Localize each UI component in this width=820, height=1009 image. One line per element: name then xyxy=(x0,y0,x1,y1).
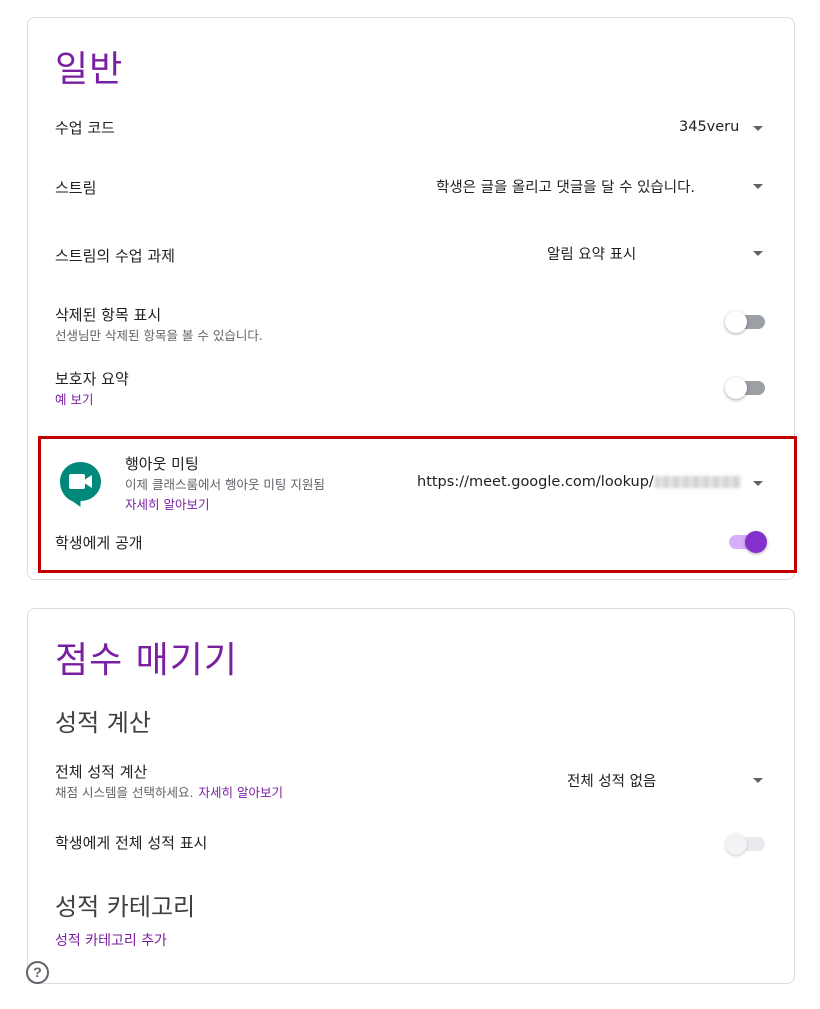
stream-value: 학생은 글을 올리고 댓글을 달 수 있습니다. xyxy=(436,180,696,196)
guardian-summary-label: 보호자 요약 xyxy=(55,370,129,388)
grading-section-title: 점수 매기기 xyxy=(55,640,239,681)
grade-calculation-title: 성적 계산 xyxy=(55,709,151,737)
classwork-on-stream-dropdown-icon[interactable] xyxy=(753,251,763,256)
class-code-value: 345veru xyxy=(679,119,740,135)
classwork-on-stream-value: 알림 요약 표시 xyxy=(547,247,637,263)
guardian-summary-example-link[interactable]: 예 보기 xyxy=(55,389,93,408)
general-section-title: 일반 xyxy=(55,49,124,90)
meet-link-dropdown-icon[interactable] xyxy=(753,481,763,486)
meet-desc: 이제 클래스룸에서 행아웃 미팅 지원됨 xyxy=(125,477,325,492)
meet-learn-more-link[interactable]: 자세히 알아보기 xyxy=(125,494,209,513)
overall-grade-learn-more-link[interactable]: 자세히 알아보기 xyxy=(199,785,283,800)
guardian-summary-toggle[interactable] xyxy=(725,375,769,401)
overall-grade-calc-dropdown-icon[interactable] xyxy=(753,778,763,783)
meet-url-text: https://meet.google.com/lookup/ xyxy=(417,474,654,490)
show-deleted-toggle[interactable] xyxy=(725,309,769,335)
overall-grade-calc-label: 전체 성적 계산 xyxy=(55,763,148,781)
overall-grade-calc-desc: 채점 시스템을 선택하세요. xyxy=(55,785,194,800)
meet-label: 행아웃 미팅 xyxy=(125,455,199,473)
class-code-label: 수업 코드 xyxy=(55,119,115,137)
show-deleted-desc: 선생님만 삭제된 항목을 볼 수 있습니다. xyxy=(55,328,263,343)
show-overall-grade-toggle[interactable] xyxy=(725,831,769,857)
meet-visible-label: 학생에게 공개 xyxy=(55,534,143,552)
meet-logo-icon xyxy=(58,460,103,508)
help-icon[interactable]: ? xyxy=(26,961,49,984)
show-overall-grade-label: 학생에게 전체 성적 표시 xyxy=(55,834,208,852)
meet-visible-toggle[interactable] xyxy=(725,529,769,555)
overall-grade-calc-value: 전체 성적 없음 xyxy=(567,774,657,790)
meet-link-value: https://meet.google.com/lookup/ xyxy=(417,474,741,490)
stream-dropdown-icon[interactable] xyxy=(753,184,763,189)
show-deleted-label: 삭제된 항목 표시 xyxy=(55,306,162,324)
meet-url-blurred-code xyxy=(654,476,741,488)
stream-label: 스트림 xyxy=(55,179,97,197)
overall-grade-calc-desc-line: 채점 시스템을 선택하세요. 자세히 알아보기 xyxy=(55,782,283,801)
grade-categories-title: 성적 카테고리 xyxy=(55,893,196,921)
add-grade-category-link[interactable]: 성적 카테고리 추가 xyxy=(55,930,167,950)
classwork-on-stream-label: 스트림의 수업 과제 xyxy=(55,247,175,265)
class-code-dropdown-icon[interactable] xyxy=(753,126,763,131)
